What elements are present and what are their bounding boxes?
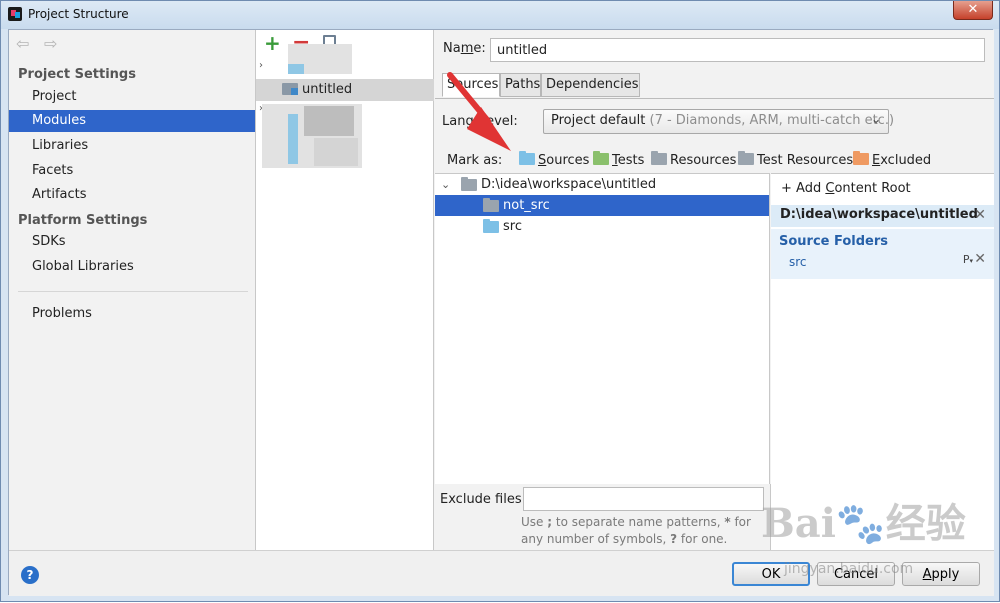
watermark-logo: Bai🐾经验 bbox=[761, 500, 966, 547]
help-icon[interactable]: ? bbox=[21, 566, 39, 584]
name-label: Name: bbox=[443, 41, 486, 56]
chevron-down-icon[interactable]: ⌄ bbox=[441, 174, 450, 195]
pixelated-region bbox=[304, 106, 354, 136]
folder-properties-icon[interactable]: P▾ bbox=[963, 253, 973, 266]
language-level-value: Project default bbox=[551, 113, 646, 128]
exclude-files-label: Exclude files: bbox=[440, 492, 527, 507]
watermark-url: jingyan.baidu.com bbox=[784, 561, 914, 577]
source-folders-section: Source Folders src P▾ ✕ bbox=[771, 229, 994, 279]
nav-item-project[interactable]: Project bbox=[9, 86, 255, 108]
tree-expander-icon[interactable]: › bbox=[259, 60, 263, 71]
nav-item-global-libraries[interactable]: Global Libraries bbox=[9, 256, 255, 278]
settings-nav: ⇦ ⇨ Project Settings Project Modules Lib… bbox=[9, 30, 255, 550]
mark-as-tests[interactable]: Tests bbox=[593, 151, 644, 168]
platform-settings-heading: Platform Settings bbox=[18, 213, 148, 228]
source-folders-title: Source Folders bbox=[779, 234, 889, 249]
tests-folder-icon bbox=[593, 151, 609, 165]
nav-item-facets[interactable]: Facets bbox=[9, 160, 255, 182]
plus-icon: + bbox=[781, 181, 792, 196]
mark-as-excluded[interactable]: Excluded bbox=[853, 151, 931, 168]
apply-button[interactable]: Apply bbox=[902, 562, 980, 586]
module-folder-icon bbox=[282, 83, 298, 95]
tree-row-label: D:\idea\workspace\untitled bbox=[481, 177, 657, 192]
module-label: untitled bbox=[302, 82, 353, 97]
tab-sources[interactable]: Sources bbox=[442, 73, 500, 97]
tab-divider bbox=[435, 98, 994, 99]
remove-content-root-icon[interactable]: ✕ bbox=[974, 207, 986, 223]
pixelated-region bbox=[314, 138, 358, 166]
forward-arrow-icon[interactable]: ⇨ bbox=[44, 34, 57, 53]
nav-item-modules[interactable]: Modules bbox=[9, 110, 255, 132]
sources-folder-icon bbox=[519, 151, 535, 165]
content-folder-tree: ⌄ D:\idea\workspace\untitled not_src src bbox=[435, 173, 770, 484]
pixelated-region bbox=[288, 64, 304, 74]
remove-source-folder-icon[interactable]: ✕ bbox=[974, 251, 986, 267]
nav-item-artifacts[interactable]: Artifacts bbox=[9, 184, 255, 206]
tree-row-label: src bbox=[503, 219, 522, 234]
modules-tree-panel: + − › untitled › bbox=[255, 30, 434, 550]
tab-dependencies[interactable]: Dependencies bbox=[541, 73, 640, 97]
module-name-input[interactable] bbox=[490, 38, 985, 62]
add-module-icon[interactable]: + bbox=[264, 31, 281, 55]
test-resources-folder-icon bbox=[738, 151, 754, 165]
source-folder-icon bbox=[483, 219, 499, 233]
exclude-files-section: Exclude files: Use ; to separate name pa… bbox=[435, 484, 771, 550]
module-settings-panel: Name: Sources Paths Dependencies Langu e… bbox=[435, 30, 994, 550]
source-folder-src[interactable]: src bbox=[789, 255, 807, 269]
nav-item-problems[interactable]: Problems bbox=[9, 303, 255, 325]
title-bar: Project Structure ✕ bbox=[1, 1, 999, 29]
tree-row-content-root[interactable]: ⌄ D:\idea\workspace\untitled bbox=[435, 174, 769, 195]
folder-icon bbox=[483, 198, 499, 212]
mark-as-resources[interactable]: Resources bbox=[651, 151, 736, 168]
tree-row-not-src[interactable]: not_src bbox=[435, 195, 769, 216]
intellij-app-icon bbox=[8, 7, 22, 21]
tree-row-label: not_src bbox=[503, 198, 550, 213]
mark-as-test-resources[interactable]: Test Resources bbox=[738, 151, 853, 168]
language-level-hint: (7 - Diamonds, ARM, multi-catch etc.) bbox=[649, 113, 895, 128]
mark-as-label: Mark as: bbox=[447, 153, 503, 168]
nav-item-sdks[interactable]: SDKs bbox=[9, 231, 255, 253]
exclude-files-input[interactable] bbox=[523, 487, 764, 511]
tree-row-src[interactable]: src bbox=[435, 216, 769, 237]
project-structure-window: Project Structure ✕ ⇦ ⇨ Project Settings… bbox=[0, 0, 1000, 602]
module-row-untitled[interactable]: untitled bbox=[256, 79, 434, 101]
tab-paths[interactable]: Paths bbox=[500, 73, 541, 97]
content-root-path: D:\idea\workspace\untitled ✕ bbox=[771, 205, 994, 227]
folder-icon bbox=[461, 177, 477, 191]
project-settings-heading: Project Settings bbox=[18, 67, 136, 82]
nav-divider bbox=[18, 291, 248, 292]
window-title: Project Structure bbox=[28, 7, 129, 21]
language-level-dropdown[interactable]: Project default (7 - Diamonds, ARM, mult… bbox=[543, 109, 894, 134]
chevron-down-icon: ⌄ bbox=[870, 112, 881, 126]
language-level-label: Langu evel: bbox=[442, 114, 518, 129]
mark-as-sources[interactable]: Sources bbox=[519, 151, 589, 168]
close-button[interactable]: ✕ bbox=[953, 1, 993, 20]
resources-folder-icon bbox=[651, 151, 667, 165]
exclude-files-hint: Use ; to separate name patterns, * for a… bbox=[521, 515, 751, 546]
back-arrow-icon[interactable]: ⇦ bbox=[16, 34, 29, 53]
pixelated-region bbox=[288, 114, 298, 164]
add-content-root-button[interactable]: + Add Content Root bbox=[781, 181, 911, 196]
excluded-folder-icon bbox=[853, 151, 869, 165]
nav-item-libraries[interactable]: Libraries bbox=[9, 135, 255, 157]
